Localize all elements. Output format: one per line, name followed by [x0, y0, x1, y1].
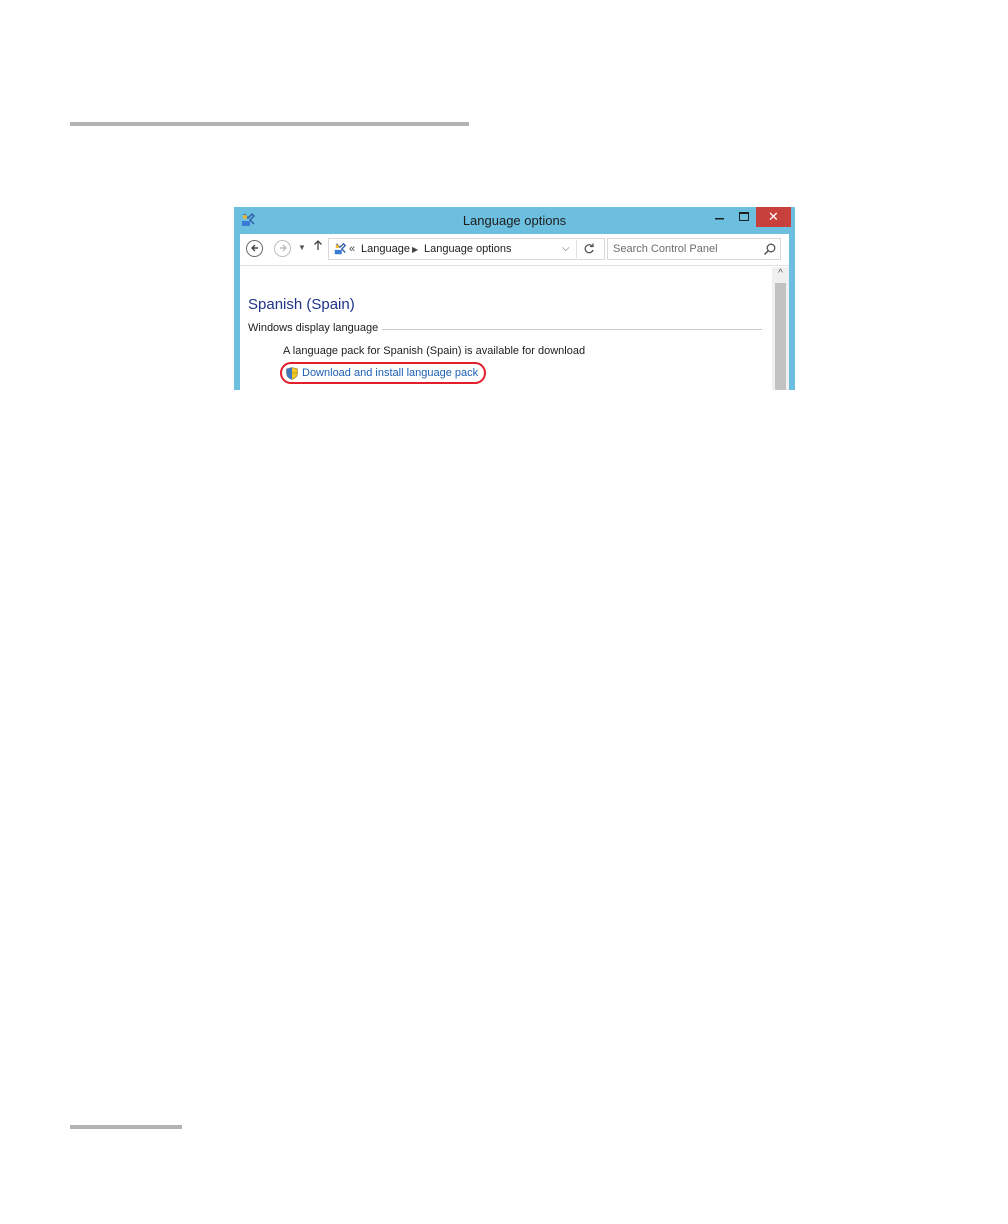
scroll-up-arrow-icon[interactable]: ^: [772, 267, 789, 281]
search-box[interactable]: [607, 238, 781, 260]
vertical-scrollbar[interactable]: ^: [772, 267, 789, 390]
availability-message: A language pack for Spanish (Spain) is a…: [283, 345, 586, 357]
control-panel-icon: [334, 242, 347, 255]
close-button[interactable]: ✕: [756, 207, 791, 227]
up-arrow-icon: [314, 240, 322, 250]
page-title: Spanish (Spain): [248, 296, 355, 313]
breadcrumb-language[interactable]: Language: [361, 243, 410, 255]
title-bar[interactable]: Language options ✕: [234, 207, 795, 233]
breadcrumb-separator-icon[interactable]: ▶: [412, 243, 418, 257]
uac-shield-icon: [286, 366, 298, 380]
up-button[interactable]: [313, 239, 323, 254]
refresh-button[interactable]: [576, 240, 601, 258]
forward-button[interactable]: [274, 240, 291, 257]
download-language-pack-link[interactable]: Download and install language pack: [280, 362, 487, 384]
download-link-label: Download and install language pack: [302, 367, 479, 379]
minimize-button[interactable]: [706, 207, 732, 227]
page-top-rule: [70, 122, 469, 126]
window-client-area: ▼ « Language ▶ Language options ⌵ Search…: [240, 234, 789, 390]
scrollbar-thumb[interactable]: [775, 283, 786, 390]
back-button[interactable]: [246, 240, 263, 257]
forward-arrow-icon: [279, 244, 287, 252]
section-heading: Windows display language: [248, 322, 383, 334]
refresh-icon: [584, 243, 594, 254]
breadcrumb-language-options[interactable]: Language options: [424, 243, 511, 255]
address-bar[interactable]: « Language ▶ Language options ⌵: [328, 238, 605, 260]
address-history-dropdown[interactable]: ⌵: [562, 243, 570, 254]
recent-locations-dropdown[interactable]: ▼: [298, 243, 306, 252]
breadcrumb-overflow[interactable]: «: [349, 243, 355, 255]
navigation-bar: ▼ « Language ▶ Language options ⌵: [240, 234, 789, 266]
language-options-window: Language options ✕ ▼ « Language ▶ Langua…: [234, 207, 795, 390]
maximize-button[interactable]: [731, 207, 757, 227]
page-bottom-rule: [70, 1125, 182, 1129]
search-icon[interactable]: [763, 242, 777, 256]
back-arrow-icon: [250, 244, 258, 252]
search-input[interactable]: [608, 239, 763, 259]
